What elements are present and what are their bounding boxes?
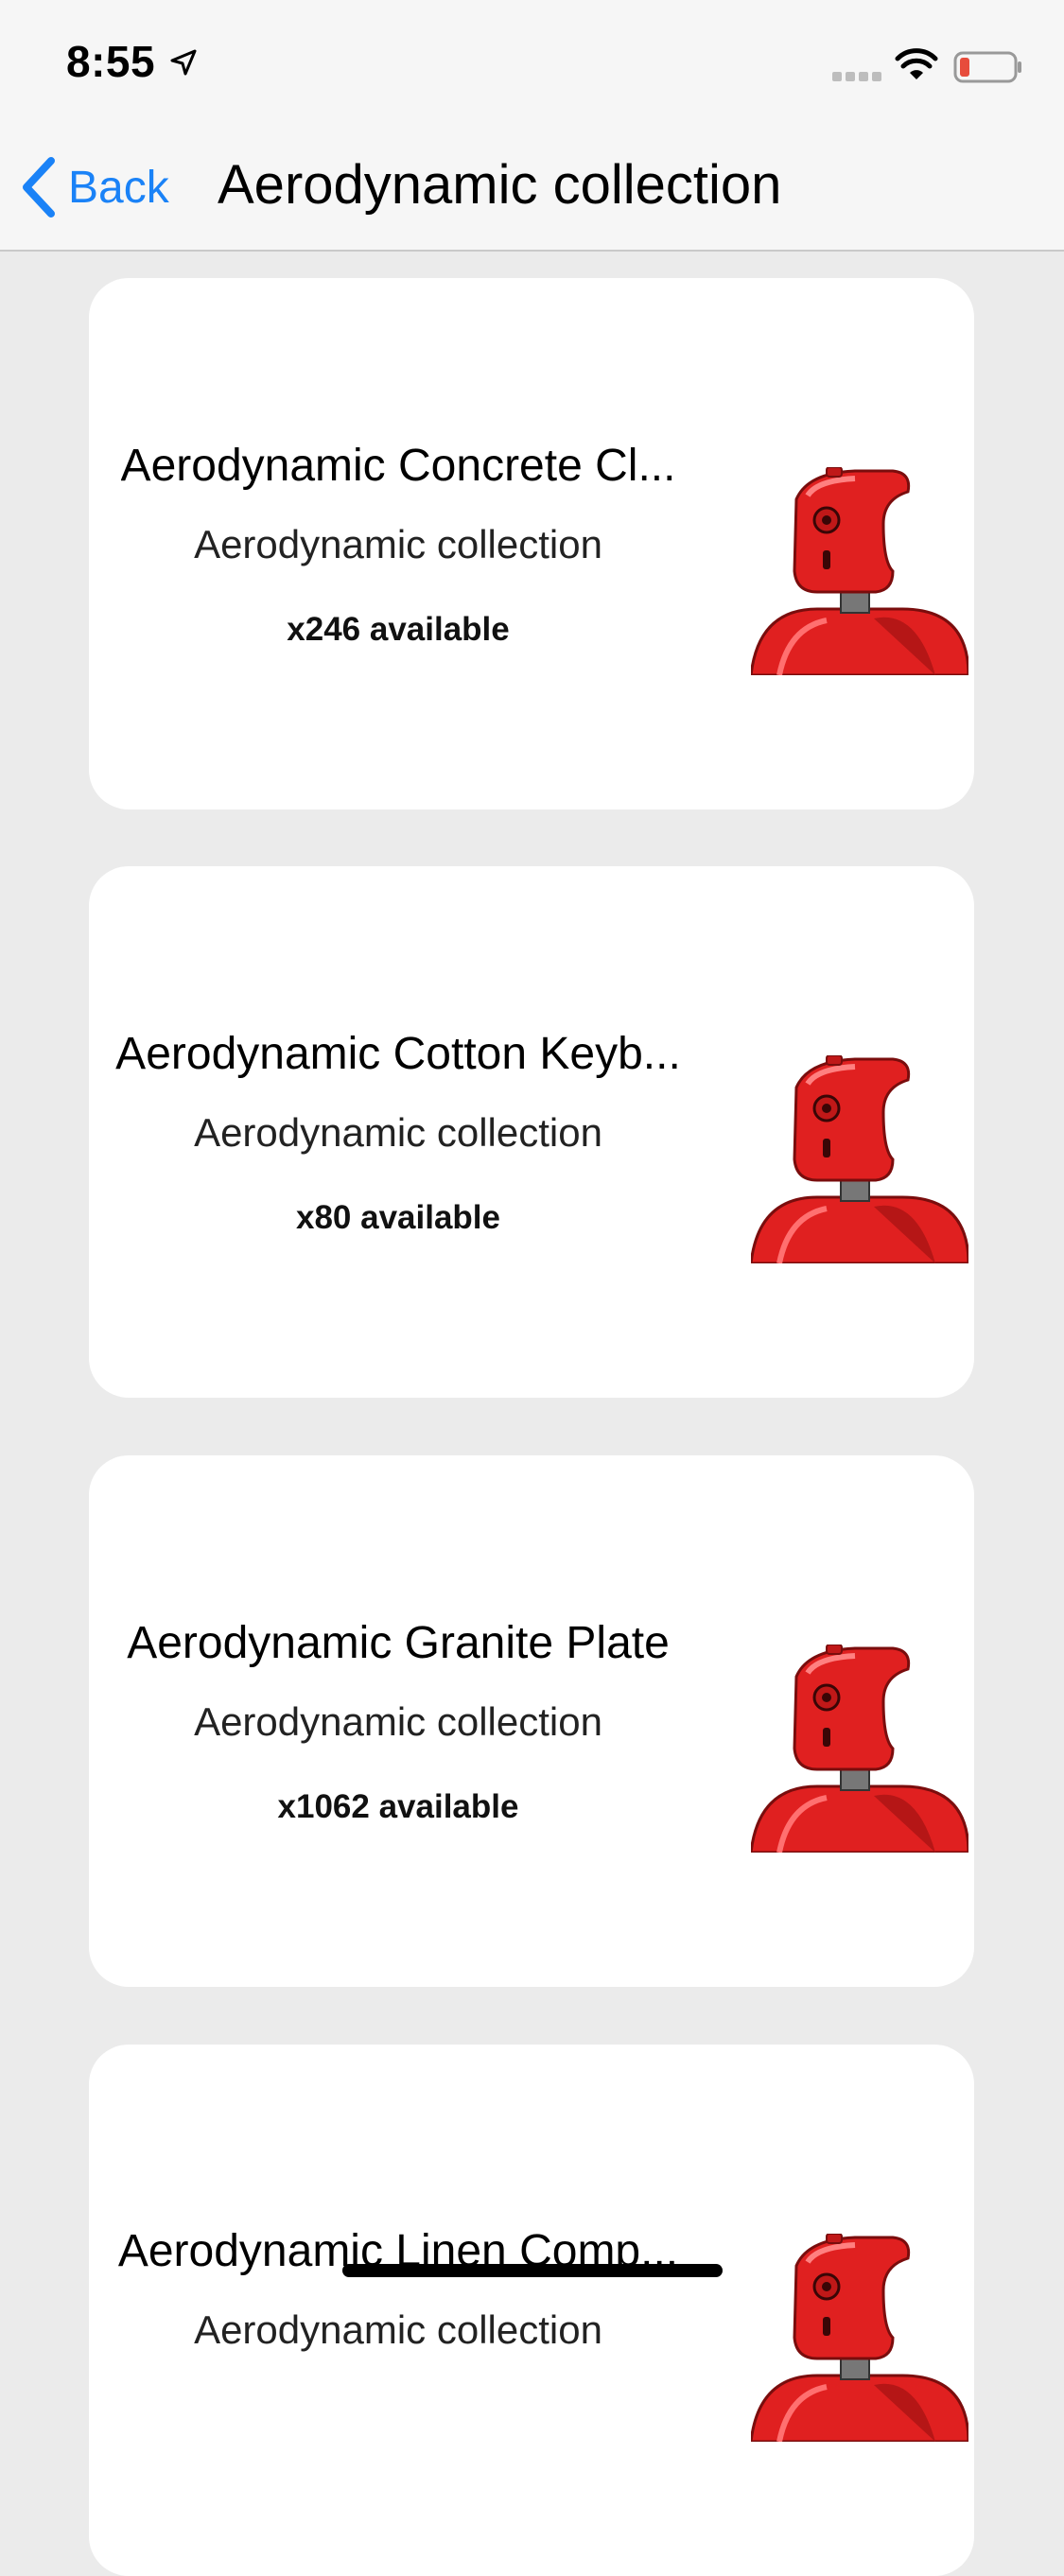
- product-card[interactable]: Aerodynamic Cotton Keyb... Aerodynamic c…: [89, 866, 974, 1398]
- product-card-text: Aerodynamic Concrete Cl... Aerodynamic c…: [89, 278, 707, 809]
- page-title: Aerodynamic collection: [218, 154, 782, 216]
- product-card[interactable]: Aerodynamic Concrete Cl... Aerodynamic c…: [89, 278, 974, 809]
- product-availability: x1062 available: [277, 1787, 519, 1825]
- status-time: 8:55: [66, 37, 156, 86]
- robot-icon: [751, 467, 968, 675]
- battery-icon: [953, 51, 1021, 83]
- product-collection: Aerodynamic collection: [194, 2306, 602, 2352]
- robot-icon: [751, 1055, 968, 1263]
- product-availability: x80 available: [296, 1198, 500, 1236]
- product-card[interactable]: Aerodynamic Granite Plate Aerodynamic co…: [89, 1455, 974, 1987]
- location-arrow-icon: [170, 49, 197, 76]
- product-collection: Aerodynamic collection: [194, 1698, 602, 1744]
- product-card[interactable]: Aerodynamic Linen Comp... Aerodynamic co…: [89, 2045, 974, 2576]
- robot-icon: [751, 1645, 968, 1853]
- product-title: Aerodynamic Concrete Cl...: [120, 440, 676, 491]
- product-collection: Aerodynamic collection: [194, 521, 602, 566]
- navigation-bar: Back Aerodynamic collection: [0, 125, 1064, 252]
- chevron-left-icon: [23, 157, 55, 218]
- back-label: Back: [68, 162, 169, 213]
- wifi-icon: [895, 48, 938, 79]
- product-title: Aerodynamic Granite Plate: [127, 1617, 670, 1668]
- status-bar: 8:55: [0, 0, 1064, 125]
- robot-icon: [751, 2234, 968, 2442]
- product-card-text: Aerodynamic Linen Comp... Aerodynamic co…: [89, 2045, 707, 2576]
- signal-icon: [832, 72, 881, 81]
- product-card-text: Aerodynamic Granite Plate Aerodynamic co…: [89, 1455, 707, 1987]
- product-collection: Aerodynamic collection: [194, 1109, 602, 1155]
- back-button[interactable]: Back: [21, 157, 169, 218]
- home-indicator[interactable]: [342, 2264, 723, 2277]
- product-availability: x246 available: [287, 610, 510, 648]
- product-card-text: Aerodynamic Cotton Keyb... Aerodynamic c…: [89, 866, 707, 1398]
- product-title: Aerodynamic Cotton Keyb...: [115, 1028, 681, 1079]
